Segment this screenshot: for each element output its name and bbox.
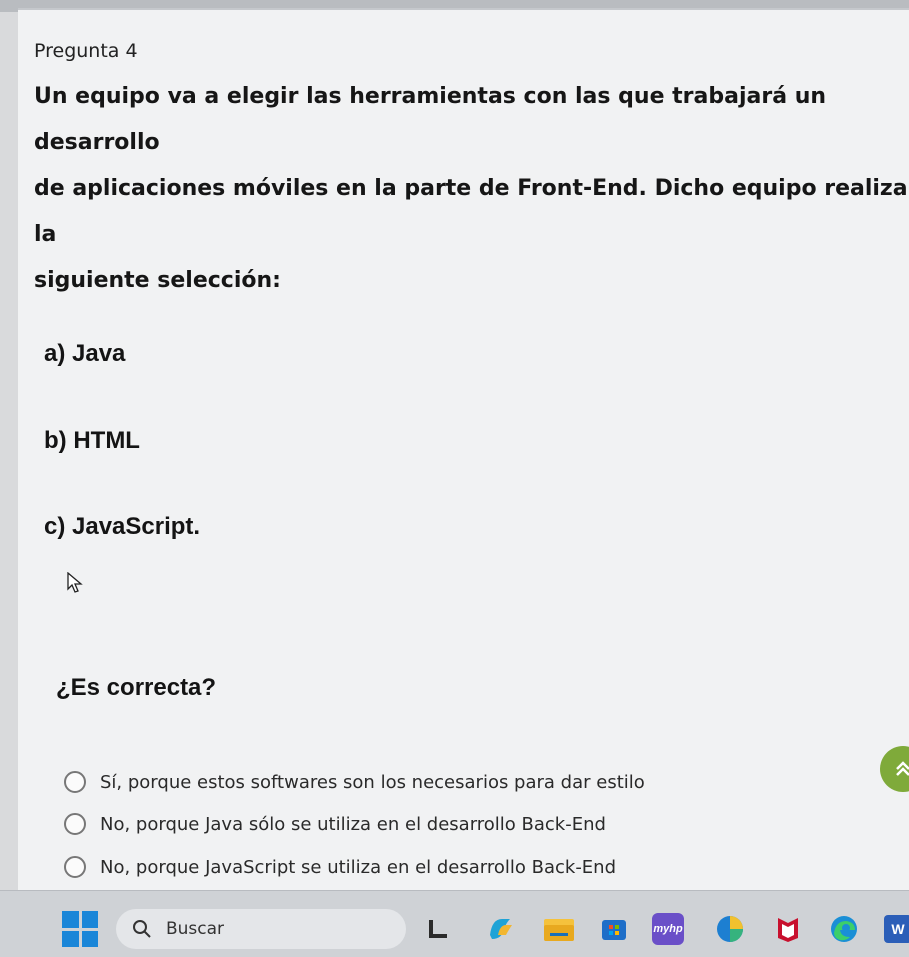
word-icon[interactable]: W	[880, 911, 909, 947]
selection-item-a: a) Java	[44, 340, 126, 367]
mouse-cursor-icon	[67, 572, 83, 593]
search-placeholder: Buscar	[166, 919, 225, 939]
answer-option-2[interactable]: No, porque Java sólo se utiliza en el de…	[64, 813, 606, 835]
microsoft-store-icon[interactable]	[596, 911, 632, 947]
windows-start-icon[interactable]	[62, 911, 98, 947]
myhp-icon[interactable]: myhp	[650, 911, 686, 947]
question-prompt: ¿Es correcta?	[56, 674, 217, 701]
selection-item-c: c) JavaScript.	[44, 513, 201, 540]
double-chevron-up-icon	[896, 761, 909, 776]
question-stem: Un equipo va a elegir las herramientas c…	[34, 84, 908, 293]
answer-option-label: No, porque Java sólo se utiliza en el de…	[100, 813, 606, 835]
radio-button[interactable]	[64, 771, 86, 793]
answer-option-1[interactable]: Sí, porque estos softwares son los neces…	[64, 771, 645, 793]
radio-button[interactable]	[64, 856, 86, 878]
task-view-icon[interactable]	[420, 911, 456, 947]
scroll-to-top-button[interactable]	[880, 746, 909, 792]
answer-option-label: No, porque JavaScript se utiliza en el d…	[100, 856, 617, 878]
quiz-page: Pregunta 4 Un equipo va a elegir las her…	[18, 8, 909, 890]
answer-option-3[interactable]: No, porque JavaScript se utiliza en el d…	[64, 856, 616, 878]
answer-option-label: Sí, porque estos softwares son los neces…	[100, 771, 645, 793]
question-number: Pregunta 4	[34, 40, 138, 62]
word-icon-tile: W	[884, 915, 909, 943]
edge-icon[interactable]	[826, 911, 862, 947]
selection-item-b: b) HTML	[44, 427, 140, 454]
pinwheel-app-icon[interactable]	[712, 911, 748, 947]
taskbar-search-box[interactable]: Buscar	[116, 909, 406, 949]
windows-taskbar: Buscar myhp W	[0, 890, 909, 957]
copilot-icon[interactable]	[482, 911, 518, 947]
file-explorer-icon[interactable]	[541, 911, 577, 947]
search-icon	[133, 920, 151, 938]
mcafee-icon[interactable]	[770, 911, 806, 947]
myhp-icon-tile: myhp	[652, 913, 684, 945]
radio-button[interactable]	[64, 813, 86, 835]
